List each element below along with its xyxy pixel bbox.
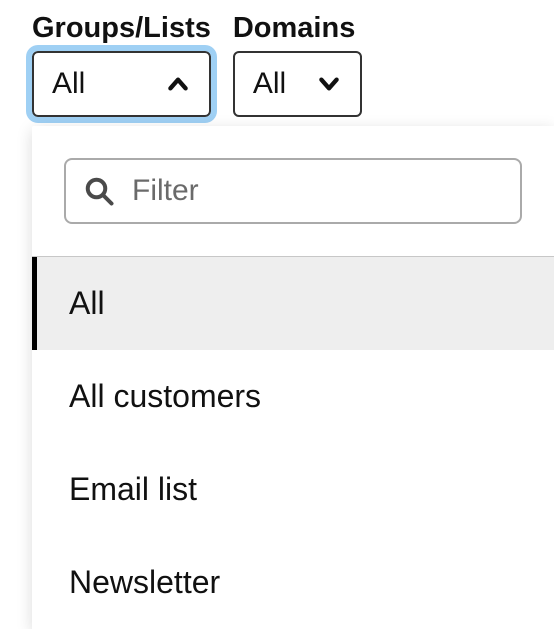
dropdown-search-wrap [32, 158, 554, 256]
option-label: Email list [69, 471, 197, 507]
dropdown-option-newsletter[interactable]: Newsletter [32, 536, 554, 629]
chevron-down-icon [316, 71, 342, 97]
dropdown-options-list: All All customers Email list Newsletter [32, 256, 554, 629]
option-label: All [69, 285, 105, 321]
dropdown-option-all-customers[interactable]: All customers [32, 350, 554, 443]
dropdown-option-email-list[interactable]: Email list [32, 443, 554, 536]
filters-row: Groups/Lists All Domains All [0, 0, 554, 117]
option-label: Newsletter [69, 564, 220, 600]
groups-select-button[interactable]: All [32, 51, 211, 117]
groups-filter: Groups/Lists All [32, 12, 211, 117]
domains-filter: Domains All [233, 12, 362, 117]
search-icon [84, 176, 114, 206]
domains-select-button[interactable]: All [233, 51, 362, 117]
domains-label: Domains [233, 12, 362, 45]
groups-label: Groups/Lists [32, 12, 211, 45]
domains-select-value: All [253, 67, 286, 101]
option-label: All customers [69, 378, 261, 414]
groups-dropdown-panel: All All customers Email list Newsletter [32, 126, 554, 629]
dropdown-filter-input[interactable] [132, 174, 518, 208]
groups-select-value: All [52, 67, 85, 101]
chevron-up-icon [165, 71, 191, 97]
dropdown-option-all[interactable]: All [32, 257, 554, 350]
dropdown-search-box[interactable] [64, 158, 522, 224]
